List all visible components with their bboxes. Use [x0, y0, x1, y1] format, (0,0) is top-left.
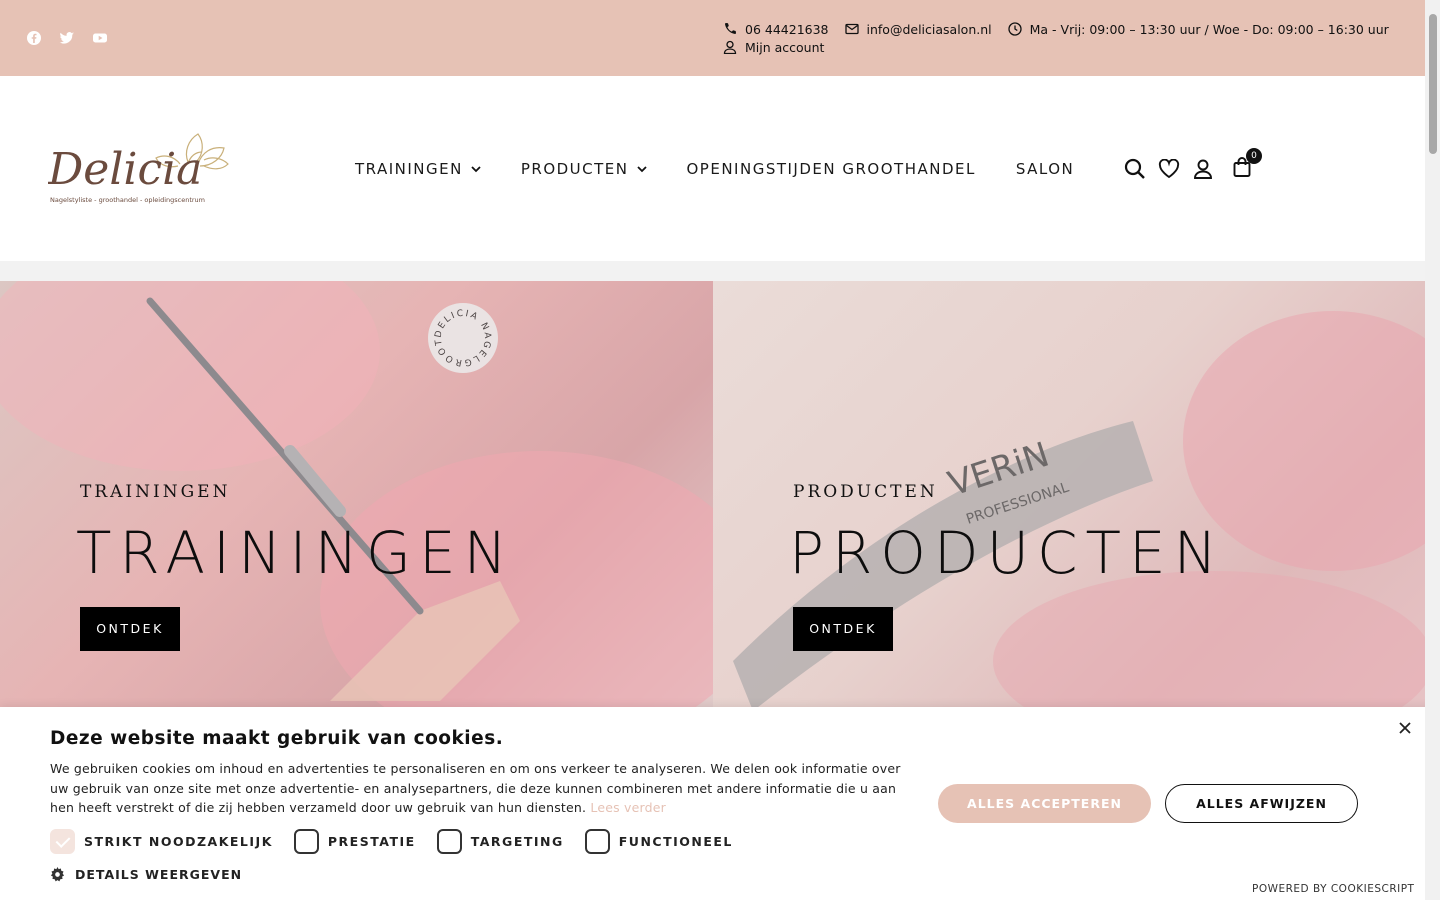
nav-label: TRAININGEN — [355, 160, 463, 178]
read-more-link[interactable]: Lees verder — [590, 800, 666, 815]
clock-icon — [1007, 22, 1022, 36]
email-link[interactable]: info@deliciasalon.nl — [844, 21, 992, 37]
nav-label: PRODUCTEN — [520, 160, 629, 178]
checkbox-label: STRIKT NOODZAKELIJK — [84, 834, 273, 849]
checkbox-box — [584, 829, 610, 854]
stamp-text: DELICIA NAGELGROOTHANDEL — [424, 296, 491, 367]
accept-all-button[interactable]: ALLES ACCEPTEREN — [938, 784, 1151, 823]
checkbox-label: TARGETING — [470, 834, 564, 849]
checkbox-prestatie[interactable]: PRESTATIE — [293, 829, 416, 854]
ontdek-producten-button[interactable]: ONTDEK — [793, 607, 893, 651]
nav-label: OPENINGSTIJDEN GROOTHANDEL — [686, 160, 976, 178]
site-header: Delicia Nagelstyliste - groothandel - op… — [0, 76, 1425, 261]
divider-strip — [0, 261, 1425, 281]
opening-hours: Ma - Vrij: 09:00 – 13:30 uur / Woe - Do:… — [1007, 21, 1389, 37]
ontdek-trainingen-button[interactable]: ONTDEK — [80, 607, 180, 651]
user-icon — [723, 40, 737, 54]
hero-kicker: PRODUCTEN — [793, 482, 938, 502]
logo-tagline: Nagelstyliste - groothandel - opleidings… — [50, 196, 205, 204]
hero-title: TRAININGEN — [76, 519, 516, 587]
nav-item-salon[interactable]: SALON — [1016, 160, 1074, 178]
hero-panel-producten: VERiN PROFESSIONAL PRODUCTEN PRODUCTEN O… — [713, 281, 1425, 711]
hero-title: PRODUCTEN — [789, 519, 1226, 587]
main-nav: TRAININGEN PRODUCTEN OPENINGSTIJDEN GROO… — [355, 160, 1114, 178]
details-label: DETAILS WEERGEVEN — [75, 867, 243, 882]
checkbox-functioneel[interactable]: FUNCTIONEEL — [584, 829, 733, 854]
checkbox-box — [50, 829, 75, 854]
close-icon[interactable] — [1397, 720, 1413, 736]
scrollbar[interactable] — [1425, 0, 1440, 900]
email-address: info@deliciasalon.nl — [866, 21, 992, 37]
account-label: Mijn account — [745, 39, 825, 55]
brand-stamp: DELICIA NAGELGROOTHANDEL — [424, 296, 498, 373]
nav-item-trainingen[interactable]: TRAININGEN — [355, 160, 481, 178]
envelope-icon — [844, 23, 859, 35]
contact-info: 06 44421638 info@deliciasalon.nl Ma - Vr… — [723, 20, 1405, 56]
logo[interactable]: Delicia Nagelstyliste - groothandel - op… — [47, 122, 244, 208]
chevron-down-icon — [636, 165, 647, 172]
gear-icon — [50, 867, 65, 882]
twitter-icon[interactable] — [59, 30, 75, 46]
checkbox-box — [436, 829, 462, 854]
nav-item-openingstijden[interactable]: OPENINGSTIJDEN GROOTHANDEL — [687, 160, 976, 178]
top-bar: 06 44421638 info@deliciasalon.nl Ma - Vr… — [0, 0, 1425, 76]
cart-button[interactable]: 0 — [1232, 148, 1262, 182]
reject-all-button[interactable]: ALLES AFWIJZEN — [1165, 784, 1358, 823]
svg-text:DELICIA NAGELGROOTHANDEL: DELICIA NAGELGROOTHANDEL — [428, 303, 492, 367]
header-icons: 0 — [1124, 148, 1262, 182]
logo-wordmark: Delicia — [48, 144, 202, 195]
facebook-icon[interactable] — [26, 30, 42, 46]
account-link[interactable]: Mijn account — [723, 40, 824, 55]
powered-by[interactable]: POWERED BY COOKIESCRIPT — [1252, 883, 1414, 895]
hero-panel-trainingen: DELICIA NAGELGROOTHANDEL TRAININGEN TRAI… — [0, 281, 713, 711]
checkbox-targeting[interactable]: TARGETING — [436, 829, 564, 854]
nav-item-producten[interactable]: PRODUCTEN — [521, 160, 647, 178]
nav-label: SALON — [1015, 160, 1075, 178]
details-toggle[interactable]: DETAILS WEERGEVEN — [50, 867, 242, 882]
hero-kicker: TRAININGEN — [80, 482, 231, 502]
checkbox-strikt-noodzakelijk[interactable]: STRIKT NOODZAKELIJK — [50, 829, 273, 854]
scrollbar-thumb[interactable] — [1429, 14, 1437, 154]
cookie-categories: STRIKT NOODZAKELIJK PRESTATIE TARGETING … — [50, 829, 754, 854]
cookie-description: We gebruiken cookies om inhoud en advert… — [50, 761, 901, 815]
checkbox-label: FUNCTIONEEL — [618, 834, 733, 849]
checkbox-box — [293, 829, 319, 854]
phone-number: 06 44421638 — [745, 21, 829, 37]
cart-count-badge: 0 — [1246, 148, 1262, 164]
social-links — [26, 30, 108, 46]
user-icon[interactable] — [1192, 158, 1214, 180]
phone-icon — [725, 23, 736, 34]
search-icon[interactable] — [1124, 158, 1146, 180]
cookie-title: Deze website maakt gebruik van cookies. — [50, 728, 504, 749]
chevron-down-icon — [471, 165, 481, 172]
cookie-text: We gebruiken cookies om inhoud en advert… — [50, 759, 910, 818]
checkbox-label: PRESTATIE — [327, 834, 416, 849]
hours-text: Ma - Vrij: 09:00 – 13:30 uur / Woe - Do:… — [1029, 21, 1389, 37]
phone-link[interactable]: 06 44421638 — [723, 22, 829, 37]
cookie-banner: Deze website maakt gebruik van cookies. … — [0, 707, 1440, 900]
youtube-icon[interactable] — [92, 30, 108, 46]
heart-icon[interactable] — [1158, 159, 1180, 179]
